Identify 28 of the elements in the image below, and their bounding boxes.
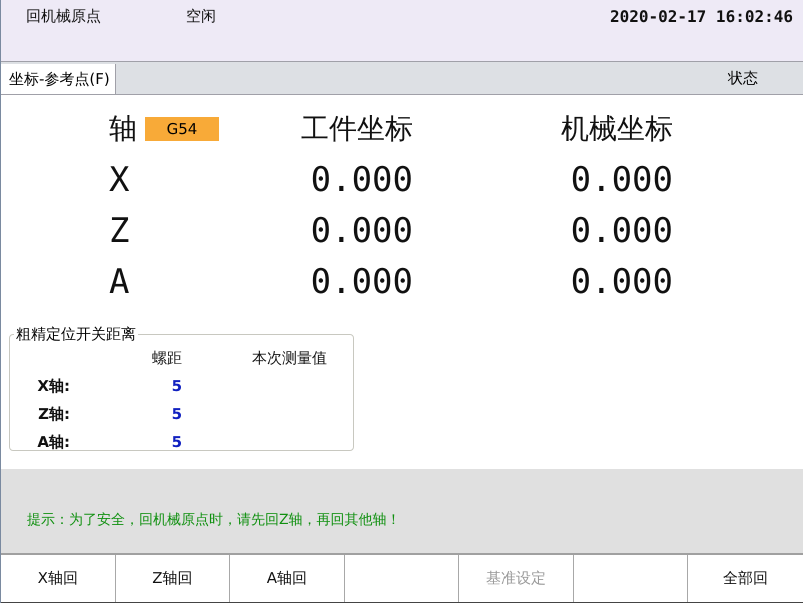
coordinate-value: 0.000 (570, 160, 673, 200)
pitch-value: 5 (172, 377, 182, 395)
tab[interactable]: 坐标-参考点(F) (1, 64, 116, 94)
axis-label: Z轴: (38, 404, 70, 424)
axis-heading: 轴 (109, 110, 137, 146)
axis-name: Z (109, 210, 130, 250)
axis-name: X (109, 160, 130, 200)
column-heading: 机械坐标 (561, 110, 673, 146)
pitch-value: 5 (172, 405, 182, 423)
coordinate-value: 0.000 (570, 262, 673, 302)
datetime: 2020-02-17 16:02:46 (610, 7, 793, 26)
coordinate-value: 0.000 (570, 210, 673, 250)
coordinate-value: 0.000 (310, 210, 413, 250)
axis-name: A (109, 262, 130, 302)
coordinate-value: 0.000 (310, 262, 413, 302)
column-heading: 工件坐标 (301, 110, 413, 146)
coordinate-value: 0.000 (310, 160, 413, 200)
column-heading: 螺距 (152, 348, 182, 368)
column-heading: 本次测量值 (252, 348, 327, 368)
pitch-value: 5 (172, 433, 182, 451)
coordinate-system-badge: G54 (145, 116, 219, 140)
axis-label: X轴: (37, 376, 70, 396)
hint-message: 提示：为了安全，回机械原点时，请先回Z轴，再回其他轴！ (27, 511, 401, 529)
state-label: 空闲 (186, 7, 217, 26)
group-title: 粗精定位开关距离 (15, 325, 137, 344)
status-label: 状态 (728, 68, 758, 88)
axis-label: A轴: (37, 432, 70, 452)
mode-label: 回机械原点 (26, 7, 102, 26)
